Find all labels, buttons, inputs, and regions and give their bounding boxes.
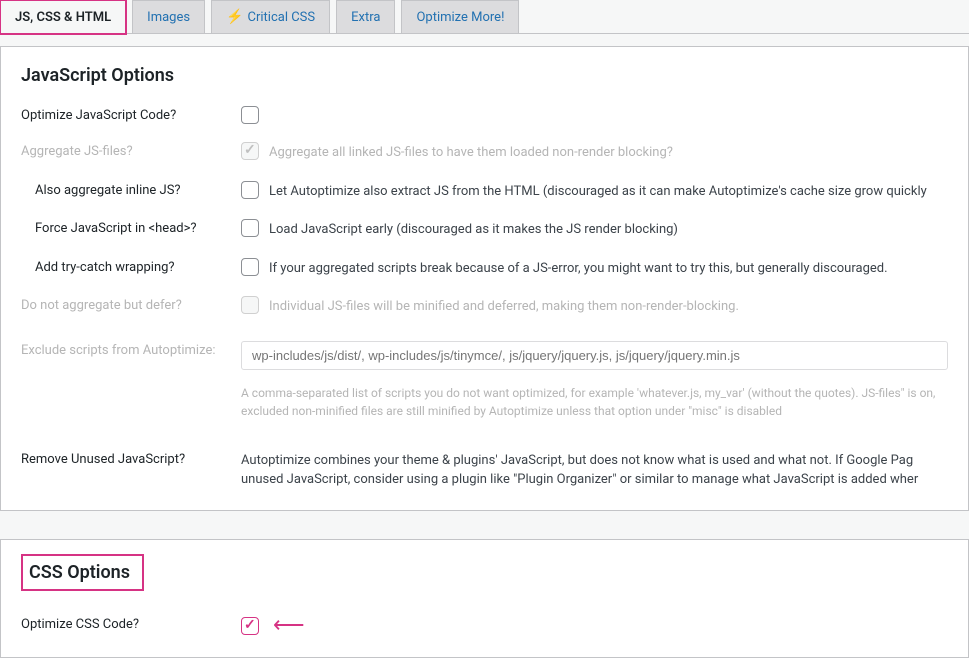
css-heading-highlight: CSS Options bbox=[21, 554, 144, 591]
tab-label: JS, CSS & HTML bbox=[15, 10, 111, 25]
inline-js-checkbox[interactable] bbox=[241, 181, 259, 199]
optimize-css-checkbox[interactable] bbox=[241, 617, 259, 635]
trycatch-row: Add try-catch wrapping? If your aggregat… bbox=[21, 258, 948, 279]
exclude-row: Exclude scripts from Autoptimize: A comm… bbox=[21, 341, 948, 420]
optimize-css-row: Optimize CSS Code? ⟵ bbox=[21, 615, 948, 637]
tab-label: Critical CSS bbox=[248, 10, 316, 25]
inline-js-row: Also aggregate inline JS? Let Autoptimiz… bbox=[21, 181, 948, 202]
remove-unused-label: Remove Unused JavaScript? bbox=[21, 450, 241, 467]
tab-label: Images bbox=[147, 10, 190, 25]
exclude-help: A comma-separated list of scripts you do… bbox=[241, 384, 948, 420]
defer-label: Do not aggregate but defer? bbox=[21, 296, 241, 313]
tab-bar: JS, CSS & HTML Images ⚡ Critical CSS Ext… bbox=[0, 0, 969, 34]
css-options-heading: CSS Options bbox=[29, 562, 130, 583]
inline-js-label: Also aggregate inline JS? bbox=[21, 181, 241, 198]
defer-row: Do not aggregate but defer? Individual J… bbox=[21, 296, 948, 317]
css-options-panel: CSS Options Optimize CSS Code? ⟵ bbox=[0, 539, 969, 658]
force-head-checkbox[interactable] bbox=[241, 219, 259, 237]
optimize-css-label: Optimize CSS Code? bbox=[21, 615, 241, 632]
aggregate-js-desc: Aggregate all linked JS-files to have th… bbox=[269, 142, 673, 163]
tab-label: Optimize More! bbox=[416, 10, 504, 25]
defer-desc: Individual JS-files will be minified and… bbox=[269, 296, 739, 317]
exclude-label: Exclude scripts from Autoptimize: bbox=[21, 341, 241, 358]
arrow-left-icon: ⟵ bbox=[273, 615, 305, 637]
tab-js-css-html[interactable]: JS, CSS & HTML bbox=[0, 0, 126, 34]
trycatch-checkbox[interactable] bbox=[241, 258, 259, 276]
tab-optimize-more[interactable]: Optimize More! bbox=[401, 0, 519, 33]
aggregate-js-label: Aggregate JS-files? bbox=[21, 142, 241, 159]
defer-checkbox bbox=[241, 296, 259, 314]
force-head-row: Force JavaScript in <head>? Load JavaScr… bbox=[21, 219, 948, 240]
optimize-js-label: Optimize JavaScript Code? bbox=[21, 106, 241, 123]
remove-unused-row: Remove Unused JavaScript? Autoptimize co… bbox=[21, 450, 948, 490]
force-head-desc: Load JavaScript early (discouraged as it… bbox=[269, 219, 678, 240]
force-head-label: Force JavaScript in <head>? bbox=[21, 219, 241, 236]
inline-js-desc: Let Autoptimize also extract JS from the… bbox=[269, 181, 927, 202]
tab-critical-css[interactable]: ⚡ Critical CSS bbox=[211, 0, 330, 33]
js-options-heading: JavaScript Options bbox=[21, 65, 948, 86]
trycatch-label: Add try-catch wrapping? bbox=[21, 258, 241, 275]
optimize-js-row: Optimize JavaScript Code? bbox=[21, 106, 948, 124]
exclude-input[interactable] bbox=[241, 341, 948, 370]
aggregate-js-checkbox bbox=[241, 142, 259, 160]
remove-unused-desc: Autoptimize combines your theme & plugin… bbox=[241, 450, 948, 490]
optimize-js-checkbox[interactable] bbox=[241, 106, 259, 124]
tab-extra[interactable]: Extra bbox=[336, 0, 395, 33]
tab-label: Extra bbox=[351, 10, 380, 25]
aggregate-js-row: Aggregate JS-files? Aggregate all linked… bbox=[21, 142, 948, 163]
trycatch-desc: If your aggregated scripts break because… bbox=[269, 258, 888, 279]
bolt-icon: ⚡ bbox=[226, 9, 243, 25]
tab-images[interactable]: Images bbox=[132, 0, 205, 33]
js-options-panel: JavaScript Options Optimize JavaScript C… bbox=[0, 46, 969, 511]
